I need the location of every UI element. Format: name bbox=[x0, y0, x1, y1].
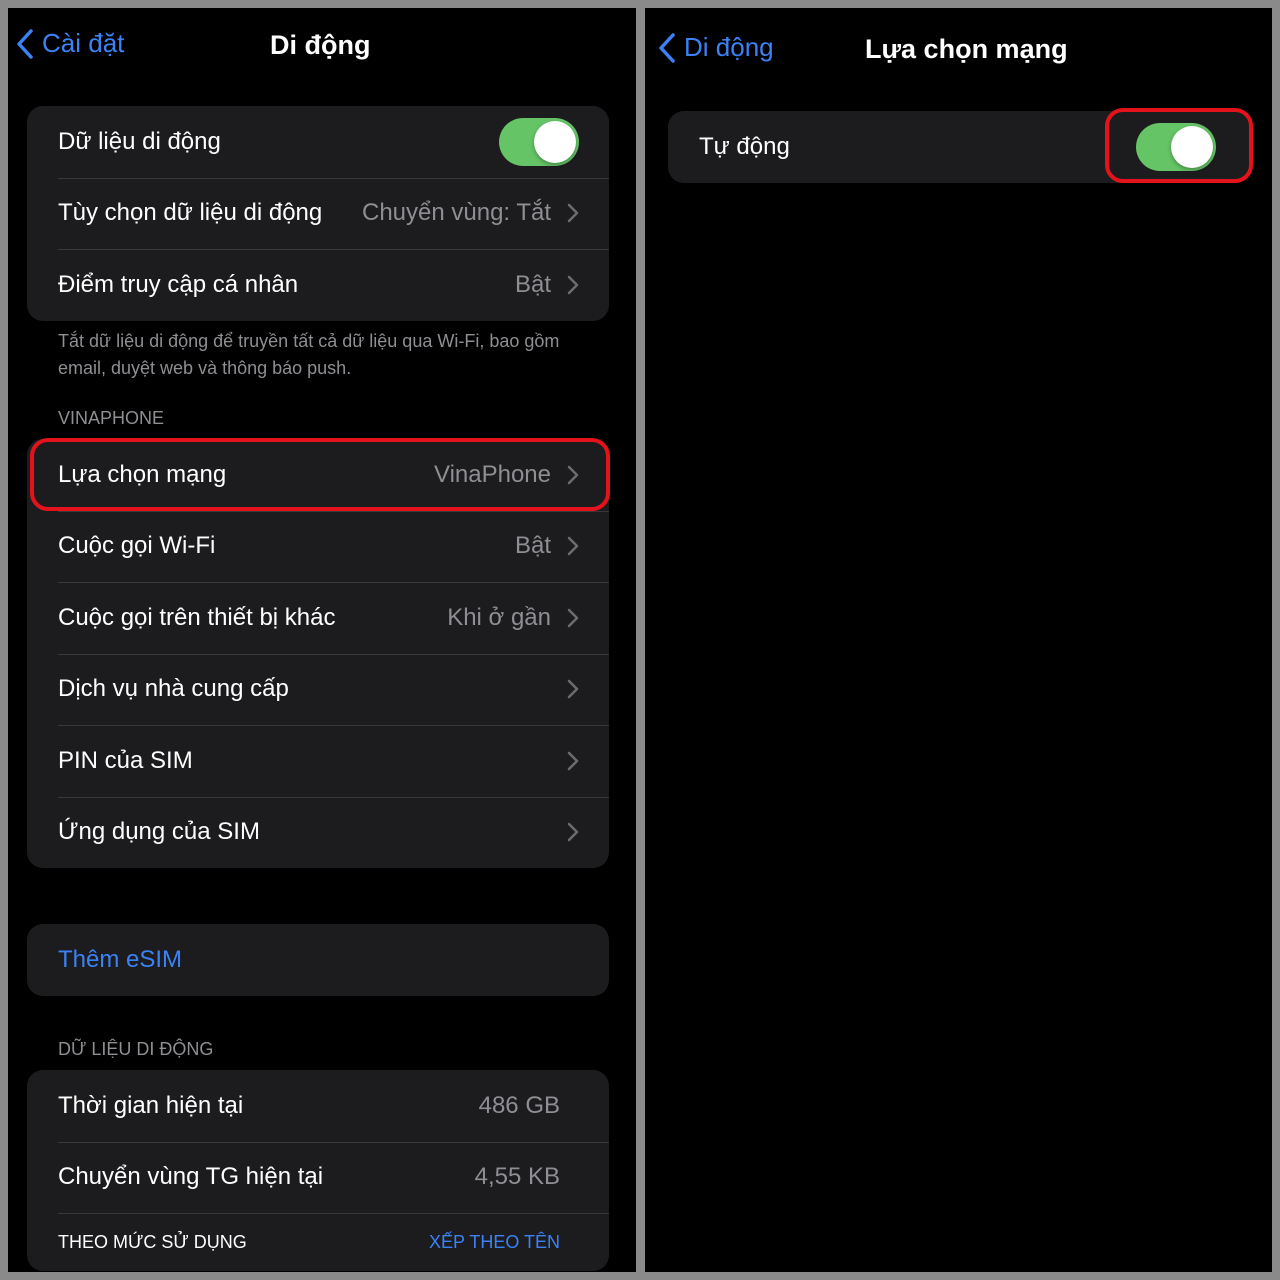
row-value: 4,55 KB bbox=[474, 1163, 560, 1191]
automatic-toggle[interactable] bbox=[1136, 122, 1216, 171]
chevron-right-icon bbox=[567, 823, 579, 842]
network-selection-screen: Di động Lựa chọn mạng Tự động bbox=[645, 8, 1272, 1272]
back-label: Cài đặt bbox=[42, 28, 125, 58]
chevron-right-icon bbox=[567, 680, 579, 699]
cellular-settings-screen: Cài đặt Di động Dữ liệu di động Tùy chọn… bbox=[8, 8, 636, 1272]
row-label: Ứng dụng của SIM bbox=[58, 818, 260, 846]
cellular-data-options-row[interactable]: Tùy chọn dữ liệu di động Chuyển vùng: Tắ… bbox=[27, 177, 609, 250]
cellular-data-footer: Tắt dữ liệu di động để truyền tất cả dữ … bbox=[58, 331, 560, 378]
sort-row: THEO MỨC SỬ DỤNG XẾP THEO TÊN bbox=[27, 1213, 609, 1271]
row-value: Bật bbox=[514, 532, 551, 560]
row-label: Điểm truy cập cá nhân bbox=[58, 270, 299, 298]
row-label: Lựa chọn mạng bbox=[58, 460, 227, 488]
row-label: PIN của SIM bbox=[58, 746, 193, 774]
cellular-data-row: Dữ liệu di động bbox=[27, 106, 609, 178]
chevron-right-icon bbox=[567, 751, 579, 770]
row-value: Bật bbox=[514, 270, 551, 298]
back-button[interactable]: Cài đặt bbox=[16, 28, 124, 59]
toggle-knob bbox=[1171, 125, 1213, 168]
row-label: Dịch vụ nhà cung cấp bbox=[58, 675, 289, 703]
navigation-bar: Cài đặt Di động bbox=[8, 8, 636, 88]
chevron-left-icon bbox=[659, 32, 675, 63]
row-label: Chuyển vùng TG hiện tại bbox=[58, 1163, 324, 1191]
chevron-right-icon bbox=[567, 608, 579, 627]
row-value: Khi ở gần bbox=[447, 603, 551, 631]
chevron-right-icon bbox=[567, 465, 579, 484]
sim-pin-row[interactable]: PIN của SIM bbox=[27, 725, 609, 797]
carrier-services-row[interactable]: Dịch vụ nhà cung cấp bbox=[27, 653, 609, 726]
carrier-section-header: VINAPHONE bbox=[58, 408, 165, 428]
add-esim-label: Thêm eSIM bbox=[58, 945, 183, 973]
row-value: Chuyển vùng: Tắt bbox=[361, 199, 551, 227]
current-period-roaming-row: Chuyển vùng TG hiện tại 4,55 KB bbox=[27, 1141, 609, 1214]
add-esim-group: Thêm eSIM bbox=[27, 924, 609, 996]
page-title: Di động bbox=[270, 30, 371, 60]
cellular-data-section-header: DỮ LIỆU DI ĐỘNG bbox=[58, 1039, 214, 1059]
current-period-row: Thời gian hiện tại 486 GB bbox=[27, 1070, 609, 1142]
navigation-bar: Di động Lựa chọn mạng bbox=[645, 8, 1272, 88]
row-label: Tự động bbox=[699, 132, 790, 160]
network-selection-row[interactable]: Lựa chọn mạng VinaPhone bbox=[27, 439, 609, 511]
chevron-right-icon bbox=[567, 275, 579, 294]
chevron-right-icon bbox=[567, 204, 579, 223]
chevron-left-icon bbox=[17, 28, 33, 59]
sort-by-name-button[interactable]: XẾP THEO TÊN bbox=[429, 1232, 560, 1253]
toggle-knob bbox=[534, 120, 576, 163]
row-value: VinaPhone bbox=[434, 460, 551, 488]
cellular-data-group: Dữ liệu di động Tùy chọn dữ liệu di động… bbox=[27, 106, 609, 321]
chevron-right-icon bbox=[567, 537, 579, 556]
wifi-calling-row[interactable]: Cuộc gọi Wi-Fi Bật bbox=[27, 510, 609, 583]
row-value: 486 GB bbox=[478, 1091, 560, 1119]
carrier-group: Lựa chọn mạng VinaPhone Cuộc gọi Wi-Fi B… bbox=[27, 439, 609, 868]
row-label: Dữ liệu di động bbox=[58, 127, 221, 155]
cellular-data-toggle[interactable] bbox=[499, 117, 579, 166]
add-esim-button[interactable]: Thêm eSIM bbox=[27, 924, 609, 996]
back-label: Di động bbox=[684, 32, 774, 62]
usage-group: Thời gian hiện tại 486 GB Chuyển vùng TG… bbox=[27, 1070, 609, 1271]
page-title: Lựa chọn mạng bbox=[865, 34, 1068, 64]
automatic-row: Tự động bbox=[668, 111, 1250, 183]
row-label: Thời gian hiện tại bbox=[58, 1091, 244, 1119]
row-label: Tùy chọn dữ liệu di động bbox=[58, 199, 323, 227]
calls-on-other-devices-row[interactable]: Cuộc gọi trên thiết bị khác Khi ở gần bbox=[27, 582, 609, 654]
back-button[interactable]: Di động bbox=[658, 32, 774, 63]
automatic-group: Tự động bbox=[668, 111, 1250, 183]
row-label: Cuộc gọi Wi-Fi bbox=[58, 532, 216, 560]
sim-applications-row[interactable]: Ứng dụng của SIM bbox=[27, 796, 609, 869]
sort-by-usage-label: THEO MỨC SỬ DỤNG bbox=[58, 1231, 247, 1252]
personal-hotspot-row[interactable]: Điểm truy cập cá nhân Bật bbox=[27, 249, 609, 321]
row-label: Cuộc gọi trên thiết bị khác bbox=[58, 603, 336, 631]
